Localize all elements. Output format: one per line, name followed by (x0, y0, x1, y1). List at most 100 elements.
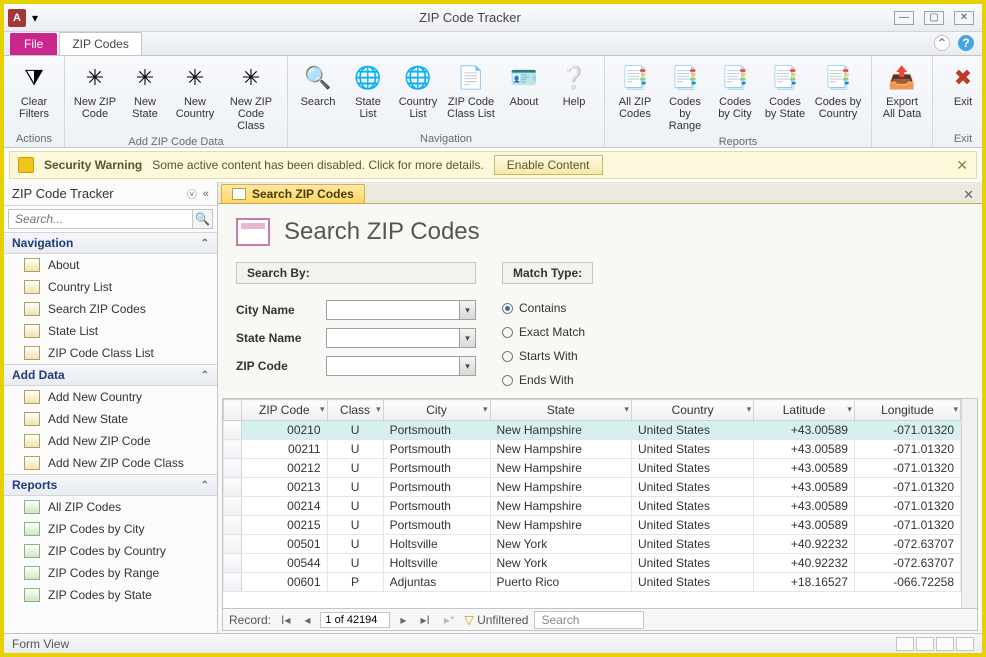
new-zip-icon: ✳ (79, 62, 111, 94)
navpane-collapse-icon[interactable]: « (203, 188, 209, 200)
view-layout-button[interactable] (936, 637, 954, 651)
navitem-zip-codes-by-state[interactable]: ZIP Codes by State (4, 584, 217, 606)
radio-contains[interactable]: Contains (502, 300, 593, 316)
form-icon (24, 390, 40, 404)
help-icon[interactable]: ? (958, 35, 974, 51)
enable-content-button[interactable]: Enable Content (494, 155, 603, 175)
all-zip-button[interactable]: 📑All ZIP Codes (611, 60, 659, 134)
col-zip-code[interactable]: ZIP Code▾ (242, 400, 328, 421)
exit-button[interactable]: ✖Exit (939, 60, 986, 131)
new-state-button[interactable]: ✳New State (121, 60, 169, 134)
tab-zipcodes[interactable]: ZIP Codes (59, 32, 141, 55)
col-class[interactable]: Class▾ (327, 400, 383, 421)
view-datasheet-button[interactable] (916, 637, 934, 651)
navitem-all-zip-codes[interactable]: All ZIP Codes (4, 496, 217, 518)
recnav-search[interactable]: Search (534, 611, 644, 629)
nav-search-input[interactable] (8, 209, 193, 229)
by-city-button[interactable]: 📑Codes by City (711, 60, 759, 134)
help-button[interactable]: ❔Help (550, 60, 598, 131)
class-list-button[interactable]: 📄ZIP Code Class List (444, 60, 498, 131)
doc-tab[interactable]: Search ZIP Codes (221, 184, 365, 203)
maximize-button[interactable]: ▢ (924, 11, 944, 25)
chevron-down-icon[interactable]: ▾ (459, 357, 475, 375)
navitem-zip-codes-by-country[interactable]: ZIP Codes by Country (4, 540, 217, 562)
navitem-add-new-country[interactable]: Add New Country (4, 386, 217, 408)
recnav-position[interactable] (320, 612, 390, 628)
table-row[interactable]: 00211UPortsmouthNew HampshireUnited Stat… (224, 440, 961, 459)
recnav-last-button[interactable]: ▸I (416, 613, 433, 627)
navitem-add-new-zip-code-class[interactable]: Add New ZIP Code Class (4, 452, 217, 474)
navitem-add-new-zip-code[interactable]: Add New ZIP Code (4, 430, 217, 452)
state-list-button[interactable]: 🌐State List (344, 60, 392, 131)
radio-exact[interactable]: Exact Match (502, 324, 593, 340)
recnav-next-button[interactable]: ▸ (396, 613, 410, 627)
table-row[interactable]: 00210UPortsmouthNew HampshireUnited Stat… (224, 421, 961, 440)
navitem-zip-codes-by-range[interactable]: ZIP Codes by Range (4, 562, 217, 584)
view-form-button[interactable] (896, 637, 914, 651)
new-country-button[interactable]: ✳New Country (171, 60, 219, 134)
table-row[interactable]: 00213UPortsmouthNew HampshireUnited Stat… (224, 478, 961, 497)
form-icon (24, 302, 40, 316)
export-button[interactable]: 📤Export All Data (878, 60, 926, 131)
exit-icon: ✖ (947, 62, 979, 94)
navitem-search-zip-codes[interactable]: Search ZIP Codes (4, 298, 217, 320)
table-row[interactable]: 00212UPortsmouthNew HampshireUnited Stat… (224, 459, 961, 478)
nav-search-go-icon[interactable]: 🔍 (193, 209, 213, 229)
recnav-filter[interactable]: Unfiltered (465, 613, 529, 627)
security-close-button[interactable]: ✕ (956, 157, 968, 174)
doc-close-button[interactable]: ✕ (963, 187, 974, 203)
country-list-button[interactable]: 🌐Country List (394, 60, 442, 131)
tab-file[interactable]: File (10, 33, 57, 55)
col-latitude[interactable]: Latitude▾ (754, 400, 855, 421)
qat-save-icon[interactable]: ▾ (32, 11, 46, 25)
navitem-country-list[interactable]: Country List (4, 276, 217, 298)
recnav-prev-button[interactable]: ◂ (300, 613, 314, 627)
col-country[interactable]: Country▾ (631, 400, 753, 421)
ribbon-min-icon[interactable]: ⌃ (934, 35, 950, 51)
window-title: ZIP Code Tracker (46, 10, 894, 25)
clear-filters-button[interactable]: ⧩Clear Filters (10, 60, 58, 131)
minimize-button[interactable]: — (894, 11, 914, 25)
navpane-dropdown-icon[interactable]: ⓥ (187, 186, 197, 201)
navgroup-add-data[interactable]: Add Data⌃ (4, 364, 217, 386)
by-country-button[interactable]: 📑Codes by Country (811, 60, 865, 134)
navitem-zip-codes-by-city[interactable]: ZIP Codes by City (4, 518, 217, 540)
vertical-scrollbar[interactable] (961, 399, 977, 608)
by-range-button[interactable]: 📑Codes by Range (661, 60, 709, 134)
city-combo[interactable]: ▾ (326, 300, 476, 320)
form-icon (24, 566, 40, 580)
chevron-down-icon[interactable]: ▾ (459, 301, 475, 319)
navitem-state-list[interactable]: State List (4, 320, 217, 342)
navitem-add-new-state[interactable]: Add New State (4, 408, 217, 430)
close-button[interactable]: ✕ (954, 11, 974, 25)
view-design-button[interactable] (956, 637, 974, 651)
new-zip-button[interactable]: ✳New ZIP Code (71, 60, 119, 134)
col-state[interactable]: State▾ (490, 400, 631, 421)
group-add-label: Add ZIP Code Data (71, 136, 281, 148)
about-button[interactable]: 🪪About (500, 60, 548, 131)
recnav-new-button[interactable]: ▸* (440, 613, 459, 627)
state-combo[interactable]: ▾ (326, 328, 476, 348)
table-row[interactable]: 00601PAdjuntasPuerto RicoUnited States+1… (224, 573, 961, 592)
navitem-zip-code-class-list[interactable]: ZIP Code Class List (4, 342, 217, 364)
by-state-button[interactable]: 📑Codes by State (761, 60, 809, 134)
radio-ends[interactable]: Ends With (502, 372, 593, 388)
navpane-title[interactable]: ZIP Code Tracker (12, 186, 187, 201)
table-row[interactable]: 00215UPortsmouthNew HampshireUnited Stat… (224, 516, 961, 535)
navgroup-reports[interactable]: Reports⌃ (4, 474, 217, 496)
col-longitude[interactable]: Longitude▾ (854, 400, 960, 421)
table-row[interactable]: 00501UHoltsvilleNew YorkUnited States+40… (224, 535, 961, 554)
zip-combo[interactable]: ▾ (326, 356, 476, 376)
table-row[interactable]: 00214UPortsmouthNew HampshireUnited Stat… (224, 497, 961, 516)
col-city[interactable]: City▾ (383, 400, 490, 421)
security-msg[interactable]: Some active content has been disabled. C… (152, 158, 484, 172)
radio-starts[interactable]: Starts With (502, 348, 593, 364)
navgroup-navigation[interactable]: Navigation⌃ (4, 232, 217, 254)
chevron-down-icon[interactable]: ▾ (459, 329, 475, 347)
form-icon (24, 280, 40, 294)
search-button[interactable]: 🔍Search (294, 60, 342, 131)
recnav-first-button[interactable]: I◂ (277, 613, 294, 627)
new-class-button[interactable]: ✳New ZIP Code Class (221, 60, 281, 134)
table-row[interactable]: 00544UHoltsvilleNew YorkUnited States+40… (224, 554, 961, 573)
navitem-about[interactable]: About (4, 254, 217, 276)
